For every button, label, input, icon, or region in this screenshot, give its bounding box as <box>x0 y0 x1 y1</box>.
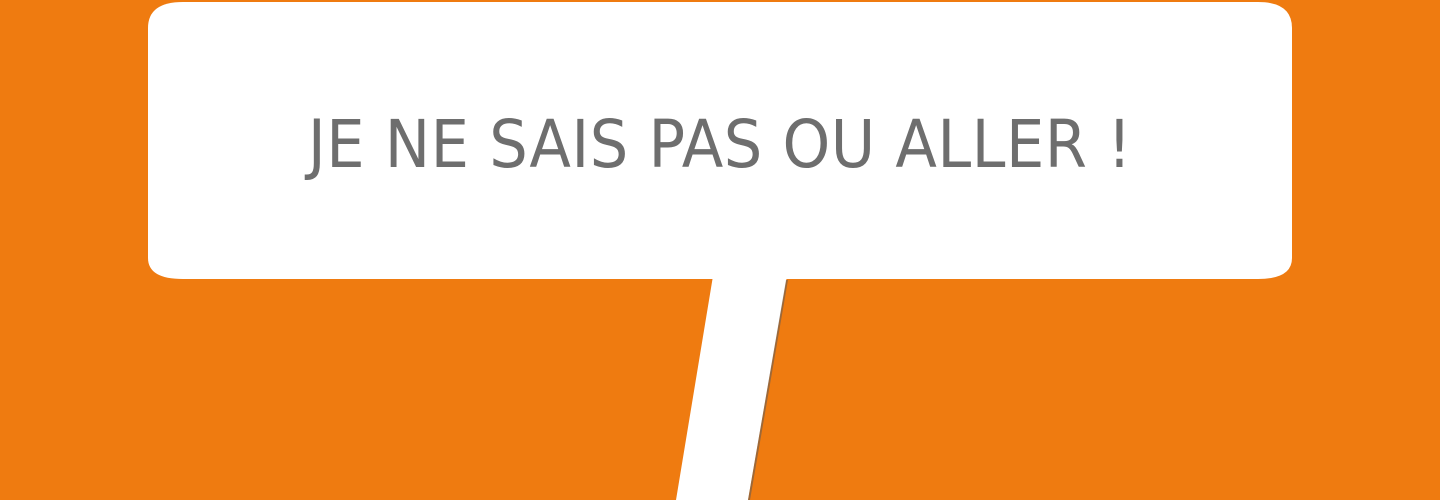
sign-message: JE NE SAIS PAS OU ALLER ! <box>307 106 1133 183</box>
signpost-illustration: JE NE SAIS PAS OU ALLER ! <box>0 0 1440 500</box>
sign-text-area: JE NE SAIS PAS OU ALLER ! <box>148 0 1292 290</box>
